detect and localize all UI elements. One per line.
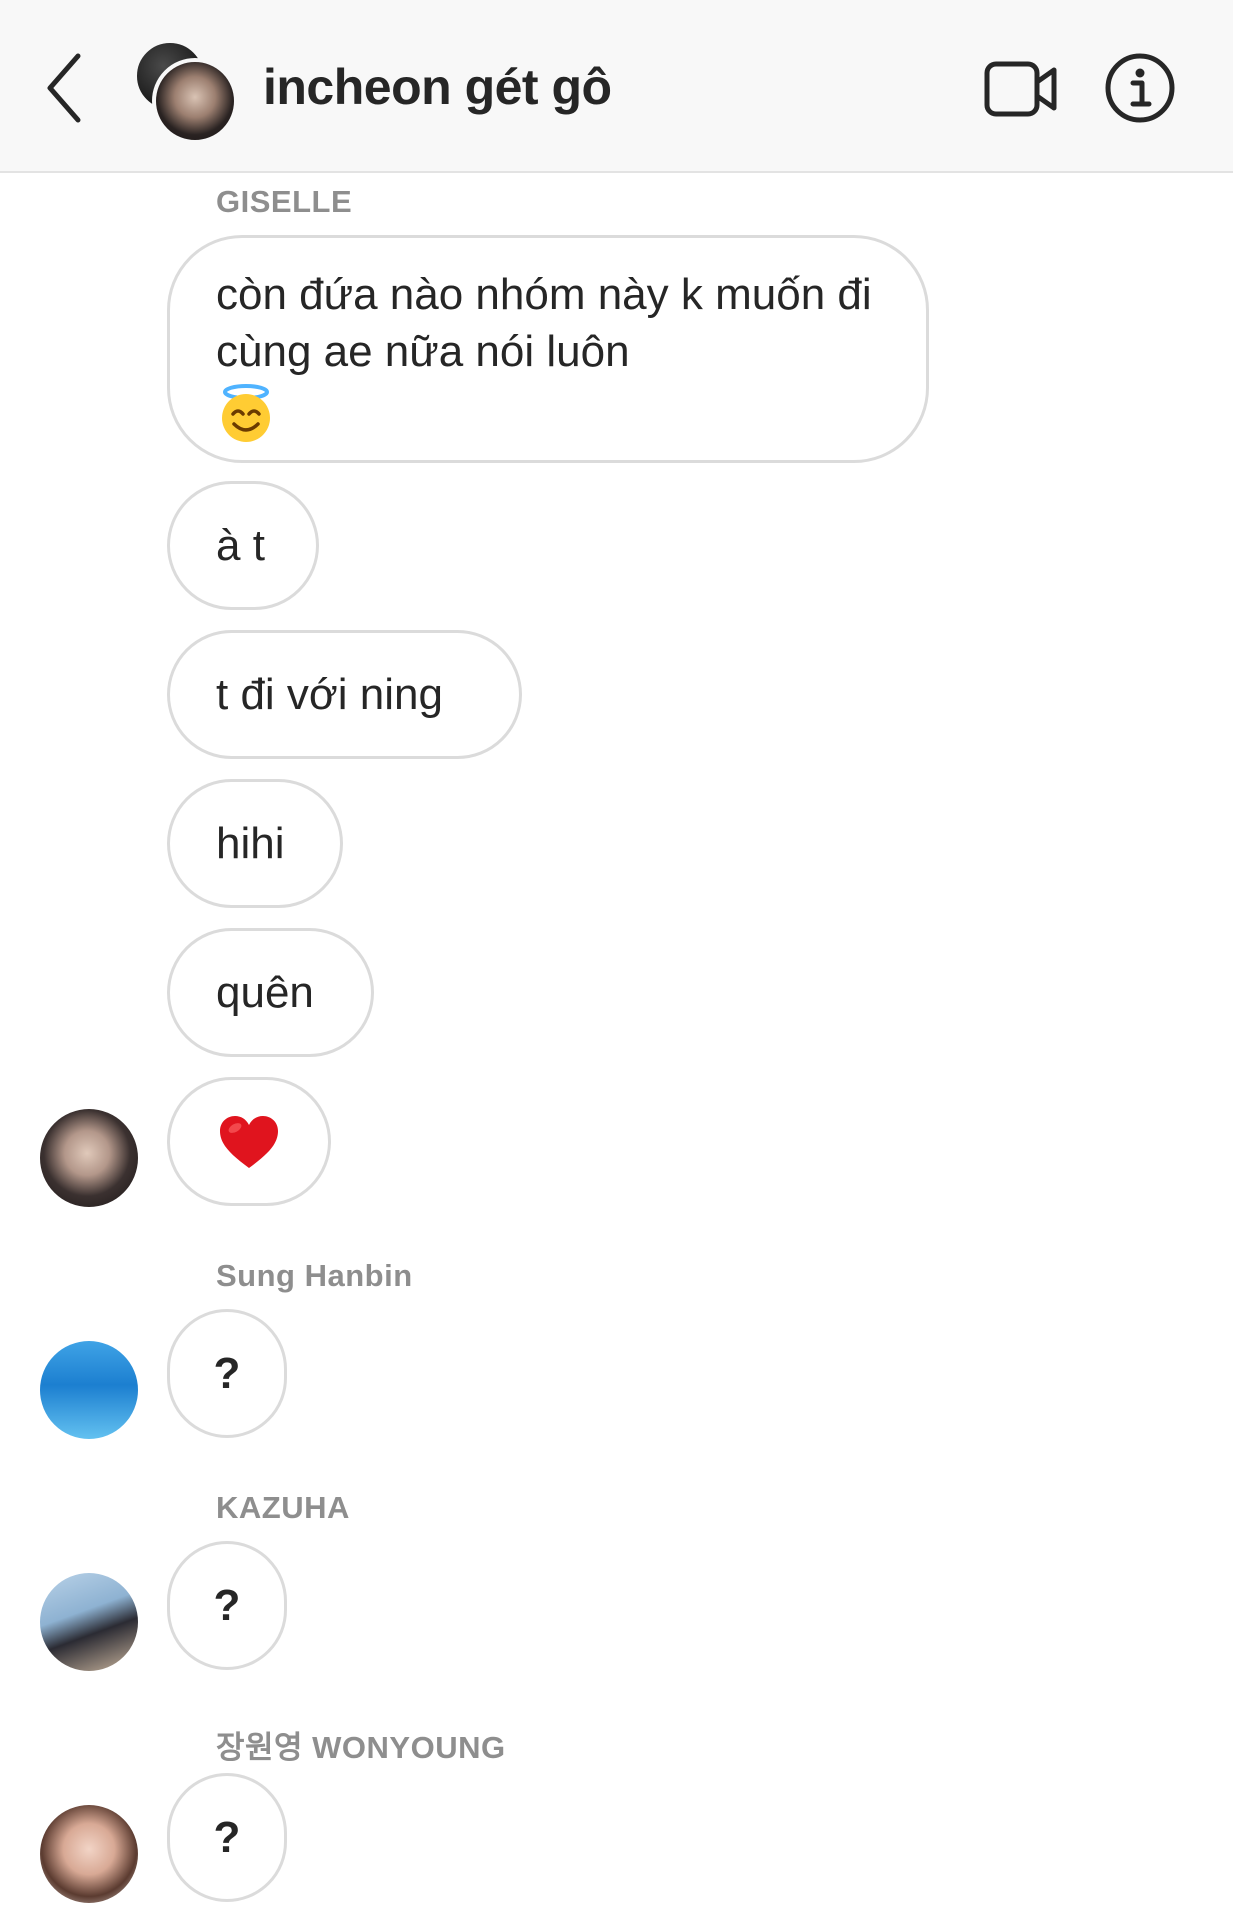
sender-name: KAZUHA <box>216 1490 350 1525</box>
sender-name: GISELLE <box>216 184 353 219</box>
message-bubble[interactable]: ? <box>167 1309 287 1438</box>
red-heart-emoji <box>220 1115 278 1168</box>
message-bubble[interactable]: ? <box>167 1773 287 1902</box>
sender-avatar[interactable] <box>40 1805 138 1903</box>
message-bubble[interactable]: t đi với ning <box>167 630 522 759</box>
info-icon <box>1105 53 1175 123</box>
group-avatar[interactable] <box>134 40 238 144</box>
sender-name: Sung Hanbin <box>216 1258 413 1293</box>
thread-title[interactable]: incheon gét gô <box>263 58 612 116</box>
message-text: ? <box>213 1349 241 1398</box>
thread-header: incheon gét gô <box>0 0 1233 173</box>
sender-avatar[interactable] <box>40 1109 138 1207</box>
smiling-face-with-halo-emoji <box>222 384 270 442</box>
message-bubble[interactable]: còn đứa nào nhóm này k muốn đi cùng ae n… <box>167 235 929 463</box>
message-bubble[interactable]: à t <box>167 481 319 610</box>
message-bubble[interactable]: quên <box>167 928 374 1057</box>
message-text: hihi <box>216 819 285 868</box>
group-member-avatar <box>152 58 238 144</box>
message-text: ? <box>213 1813 241 1862</box>
sender-avatar[interactable] <box>40 1341 138 1439</box>
message-bubble[interactable] <box>167 1077 331 1206</box>
sender-name: 장원영 WONYOUNG <box>216 1730 506 1765</box>
message-bubble[interactable]: hihi <box>167 779 343 908</box>
video-camera-icon <box>984 61 1057 117</box>
message-text: quên <box>216 968 314 1017</box>
message-text: à t <box>216 521 265 570</box>
dm-thread-screen: incheon gét gô GISELLE còn đứa nào nhóm … <box>0 0 1233 1920</box>
video-call-button[interactable] <box>984 58 1058 120</box>
back-button[interactable] <box>40 48 90 128</box>
sender-avatar[interactable] <box>40 1573 138 1671</box>
message-bubble[interactable]: ? <box>167 1541 287 1670</box>
message-text: còn đứa nào nhóm này k muốn đi cùng ae n… <box>216 270 872 376</box>
info-button[interactable] <box>1104 52 1176 124</box>
message-text: ? <box>213 1581 241 1630</box>
message-text: t đi với ning <box>216 670 443 719</box>
chevron-left-icon <box>47 53 81 123</box>
